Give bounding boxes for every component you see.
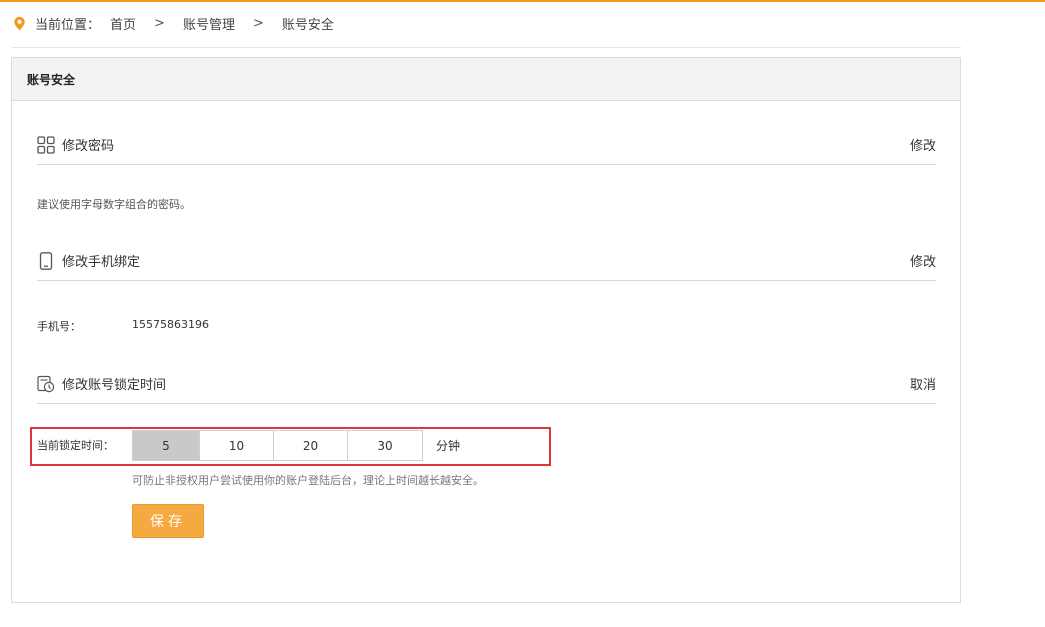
phone-section-title: 修改手机绑定 [62,255,141,270]
cancel-lock-edit-link[interactable]: 取消 [910,374,936,393]
breadcrumb-separator: > [154,15,165,31]
breadcrumb-label: 当前位置： [35,17,101,33]
breadcrumb-account-management[interactable]: 账号管理 [183,14,235,33]
lock-option-5[interactable]: 5 [133,431,200,460]
location-pin-icon [14,16,25,30]
calendar-clock-icon [37,375,55,392]
lock-time-section-title: 修改账号锁定时间 [62,378,167,393]
account-security-panel: 账号安全 修改密码 修改 建议使用字母数字组合的密码。 修改手机绑定 修改 手机… [11,57,961,603]
modify-password-link[interactable]: 修改 [910,135,936,154]
panel-title: 账号安全 [12,58,960,101]
password-description: 建议使用字母数字组合的密码。 [37,198,191,211]
grid-icon [37,135,55,154]
password-section-header: 修改密码 修改 [37,125,936,165]
breadcrumb-divider [12,47,961,48]
modify-phone-link[interactable]: 修改 [910,251,936,270]
lock-time-hint: 可防止非授权用户尝试使用你的账户登陆后台，理论上时间越长越安全。 [132,474,484,487]
lock-option-10[interactable]: 10 [200,431,274,460]
breadcrumb-home[interactable]: 首页 [110,14,136,33]
top-accent-bar [0,0,1045,2]
mobile-phone-icon [39,251,53,270]
breadcrumb-account-security: 账号安全 [281,17,334,33]
lock-time-section-header: 修改账号锁定时间 取消 [37,364,936,404]
breadcrumb: 当前位置： 首页 > 账号管理 > 账号安全 [12,10,334,36]
lock-time-options: 5 10 20 30 [132,430,423,461]
phone-info-row: 手机号： 15575863196 [37,318,209,334]
lock-option-30[interactable]: 30 [348,431,422,460]
lock-time-unit: 分钟 [436,439,461,453]
breadcrumb-separator: > [252,15,264,31]
password-section-title: 修改密码 [62,139,115,154]
current-lock-time-label: 当前锁定时间： [37,439,114,452]
save-button[interactable]: 保存 [132,504,204,538]
phone-value: 15575863196 [132,318,209,331]
phone-label: 手机号： [37,320,81,333]
lock-option-20[interactable]: 20 [274,431,348,460]
phone-section-header: 修改手机绑定 修改 [37,241,936,281]
